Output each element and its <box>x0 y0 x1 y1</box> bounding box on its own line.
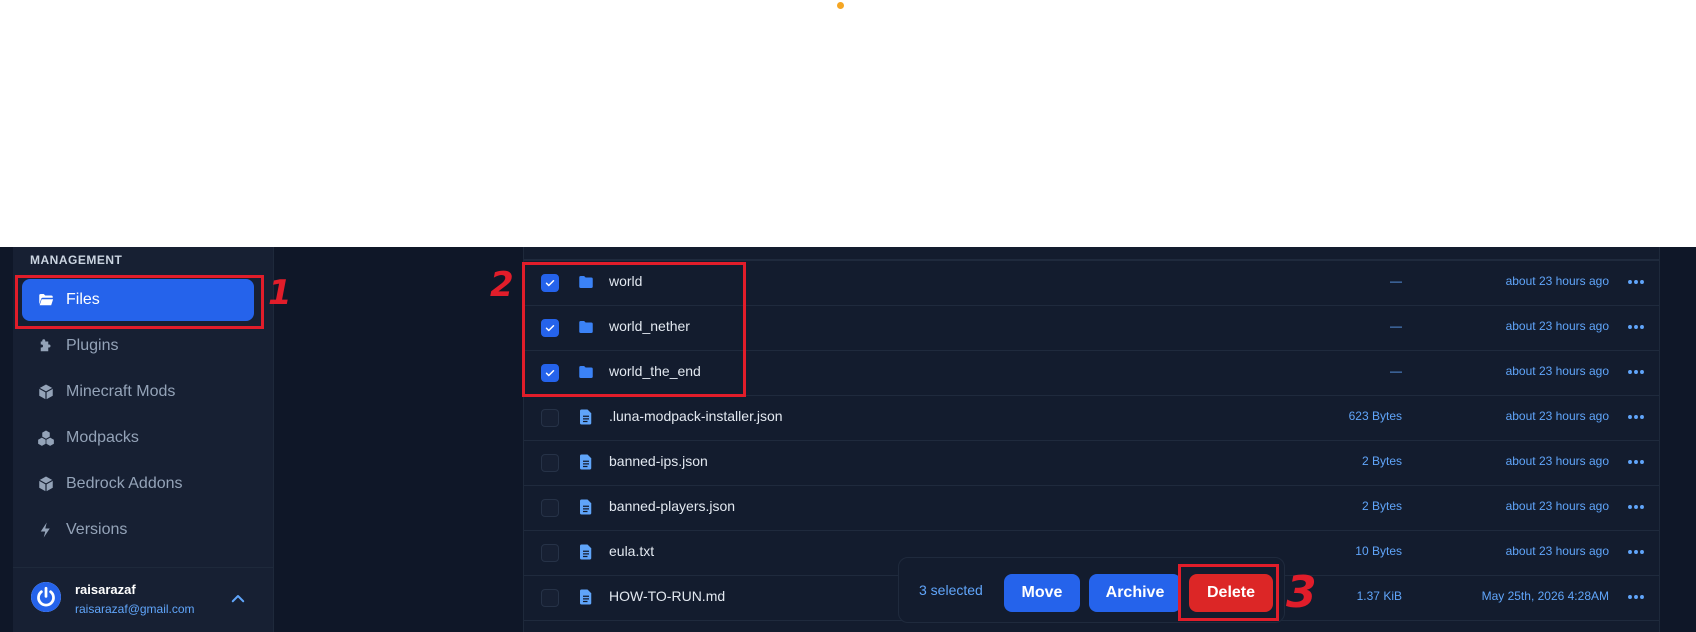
more-options-icon[interactable] <box>1627 590 1645 604</box>
annotation-step-3: 3 <box>1286 567 1317 618</box>
annotation-step-1: 1 <box>268 273 292 313</box>
more-options-icon[interactable] <box>1627 500 1645 514</box>
file-size: 10 Bytes <box>1355 544 1402 558</box>
highlight-box-selected-rows <box>522 262 746 397</box>
more-options-icon[interactable] <box>1627 545 1645 559</box>
file-name[interactable]: .luna-modpack-installer.json <box>609 408 783 424</box>
file-size: 2 Bytes <box>1361 499 1402 513</box>
section-label-management: MANAGEMENT <box>30 253 123 267</box>
file-text-icon <box>580 454 592 470</box>
row-checkbox[interactable] <box>541 499 559 517</box>
file-name[interactable]: HOW-TO-RUN.md <box>609 588 725 604</box>
file-modified: about 23 hours ago <box>1505 409 1609 423</box>
more-options-icon[interactable] <box>1627 365 1645 379</box>
file-modified: about 23 hours ago <box>1505 454 1609 468</box>
table-row[interactable]: banned-ips.json 2 Bytes about 23 hours a… <box>524 440 1659 486</box>
file-size: — <box>1390 274 1402 288</box>
file-modified: about 23 hours ago <box>1505 274 1609 288</box>
sidebar-item-plugins[interactable]: Plugins <box>22 325 254 367</box>
more-options-icon[interactable] <box>1627 455 1645 469</box>
table-row[interactable]: .luna-modpack-installer.json 623 Bytes a… <box>524 395 1659 441</box>
row-checkbox[interactable] <box>541 589 559 607</box>
file-size: 623 Bytes <box>1348 409 1402 423</box>
file-modified: about 23 hours ago <box>1505 364 1609 378</box>
file-size: — <box>1390 319 1402 333</box>
avatar <box>31 582 61 612</box>
row-checkbox[interactable] <box>541 454 559 472</box>
power-icon <box>31 582 61 612</box>
file-text-icon <box>580 499 592 515</box>
file-modified: May 25th, 2026 4:28AM <box>1481 589 1609 603</box>
sidebar-item-versions[interactable]: Versions <box>22 509 254 551</box>
user-email: raisarazaf@gmail.com <box>75 602 195 616</box>
more-options-icon[interactable] <box>1627 320 1645 334</box>
sidebar-item-bedrock-addons[interactable]: Bedrock Addons <box>22 463 254 505</box>
table-row[interactable]: banned-players.json 2 Bytes about 23 hou… <box>524 485 1659 531</box>
file-modified: about 23 hours ago <box>1505 544 1609 558</box>
row-checkbox[interactable] <box>541 409 559 427</box>
blank-page-area <box>0 0 1696 247</box>
annotation-step-2: 2 <box>490 265 514 305</box>
file-modified: about 23 hours ago <box>1505 319 1609 333</box>
more-options-icon[interactable] <box>1627 410 1645 424</box>
sidebar-item-modpacks[interactable]: Modpacks <box>22 417 254 459</box>
sidebar-item-label: Minecraft Mods <box>66 383 176 400</box>
row-checkbox[interactable] <box>541 544 559 562</box>
more-options-icon[interactable] <box>1627 275 1645 289</box>
sidebar-item-label: Versions <box>66 521 128 538</box>
file-name[interactable]: banned-ips.json <box>609 453 708 469</box>
file-text-icon <box>580 589 592 605</box>
user-profile[interactable]: raisarazaf raisarazaf@gmail.com <box>13 567 273 632</box>
chevron-up-icon[interactable] <box>229 590 247 608</box>
cube-icon <box>36 382 56 402</box>
file-name[interactable]: banned-players.json <box>609 498 735 514</box>
cube-icon <box>36 474 56 494</box>
highlight-box-delete <box>1178 564 1279 621</box>
selected-count: 3 selected <box>919 582 983 598</box>
sidebar-item-label: Modpacks <box>66 429 139 446</box>
file-size: 2 Bytes <box>1361 454 1402 468</box>
file-size: 1.37 KiB <box>1356 589 1402 603</box>
sidebar-item-label: Bedrock Addons <box>66 475 183 492</box>
move-button[interactable]: Move <box>1004 574 1080 612</box>
file-name[interactable]: eula.txt <box>609 543 654 559</box>
user-name: raisarazaf <box>75 582 136 597</box>
archive-button[interactable]: Archive <box>1089 574 1181 612</box>
sidebar-item-minecraft-mods[interactable]: Minecraft Mods <box>22 371 254 413</box>
file-size: — <box>1390 364 1402 378</box>
puzzle-icon <box>36 336 56 356</box>
cubes-icon <box>36 428 56 448</box>
loading-dot <box>837 2 844 9</box>
highlight-box-files <box>15 275 264 329</box>
sidebar-item-label: Plugins <box>66 337 119 354</box>
file-modified: about 23 hours ago <box>1505 499 1609 513</box>
file-text-icon <box>580 544 592 560</box>
app-panel: MANAGEMENT Files Plugins Minecraft Mods … <box>0 247 1696 632</box>
file-text-icon <box>580 409 592 425</box>
bolt-icon <box>36 520 56 540</box>
